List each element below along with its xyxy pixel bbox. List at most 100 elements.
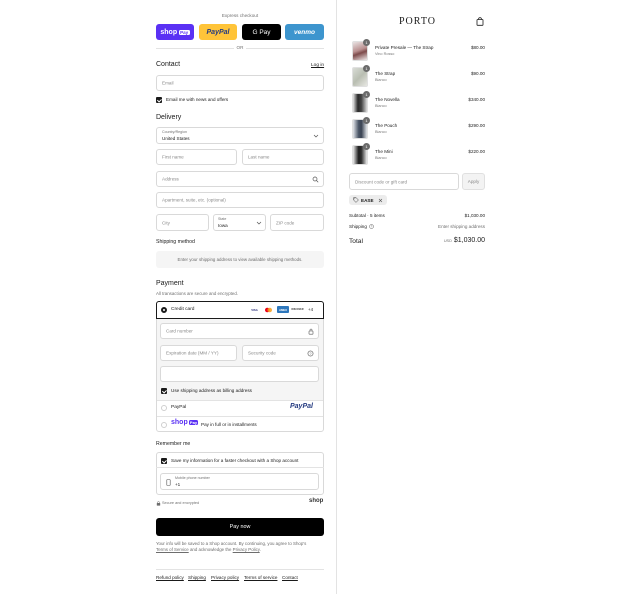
close-icon[interactable] [378, 198, 383, 203]
product-price: $90.00 [470, 71, 485, 76]
address-field[interactable]: Address [156, 171, 324, 187]
product-price: $220.00 [468, 149, 485, 154]
security-code-placeholder: Security code [248, 350, 276, 356]
discount-code-placeholder: Discount code or gift card [355, 179, 408, 184]
privacy-policy-link[interactable]: Privacy Policy [233, 547, 260, 552]
refund-policy-link[interactable]: Refund policy [156, 575, 184, 580]
discover-icon: DISCOVER [291, 308, 304, 311]
product-name: The Mini [375, 149, 393, 154]
pay-now-button[interactable]: Pay now [156, 518, 324, 536]
shipping-policy-link[interactable]: Shipping [188, 575, 206, 580]
contact-footer-link[interactable]: Contact [282, 575, 298, 580]
quantity-badge: 1 [363, 117, 370, 124]
total-row-value: USD $1,030.00 [444, 237, 485, 244]
shop-pay-logo-badge: Pay [188, 420, 199, 425]
shop-pay-label: shop [160, 28, 178, 36]
discount-code-label: EASE [361, 197, 374, 203]
last-name-field[interactable]: Last name [242, 149, 324, 165]
quantity-badge: 1 [363, 91, 370, 98]
paypal-radio[interactable] [161, 405, 167, 411]
product-thumbnail: 1 [352, 91, 370, 113]
city-placeholder: City [162, 220, 170, 225]
last-name-placeholder: Last name [248, 154, 270, 160]
terms-of-service-footer-link[interactable]: Terms of service [244, 575, 277, 580]
product-name: Private Presale — The Strap [375, 45, 434, 50]
bag-icon[interactable] [476, 17, 484, 28]
apartment-field[interactable]: Apartment, suite, etc. (optional) [156, 192, 324, 208]
tag-icon [353, 197, 359, 203]
discount-tag-chip: EASE [349, 195, 387, 205]
security-code-field[interactable]: Security code ? [242, 345, 319, 361]
subtotal-label: Subtotal · 5 items [349, 213, 385, 218]
zip-field[interactable]: ZIP code [270, 214, 324, 231]
product-price: $340.00 [468, 97, 485, 102]
order-summary-panel [337, 0, 640, 594]
first-name-placeholder: First name [162, 154, 184, 160]
product-variant: Bianco [375, 104, 387, 108]
product-variant: Vino Rosso [375, 52, 395, 56]
news-checkbox-label: Email me with news and offers [166, 97, 229, 102]
amex-icon: AMEX [277, 306, 289, 313]
shipping-row-label: Shipping ? [349, 224, 374, 229]
help-circle-icon[interactable]: ? [369, 224, 374, 229]
quantity-badge: 1 [363, 65, 370, 72]
product-thumbnail: 1 [352, 143, 370, 165]
log-in-link[interactable]: Log in [311, 63, 324, 68]
product-variant: Bianco [375, 130, 387, 134]
zip-placeholder: ZIP code [276, 220, 295, 225]
google-pay-button[interactable]: G Pay [242, 24, 281, 40]
apartment-placeholder: Apartment, suite, etc. (optional) [162, 197, 226, 203]
mobile-phone-field[interactable]: Mobile phone number +1 [160, 473, 319, 490]
email-field[interactable]: Email [156, 75, 324, 91]
product-thumbnail: 1 [352, 117, 370, 139]
payment-heading: Payment [156, 280, 184, 287]
visa-icon: VISA [251, 307, 258, 312]
delivery-heading: Delivery [156, 114, 182, 121]
chevron-down-icon [256, 220, 262, 228]
store-logo[interactable]: PORTO [399, 16, 436, 27]
shop-pay-badge: Pay [178, 29, 190, 35]
expiration-placeholder: Expiration date (MM / YY) [166, 350, 219, 356]
card-number-placeholder: Card number [166, 328, 193, 334]
total-value: $1,030.00 [453, 237, 485, 244]
billing-address-checkbox[interactable] [161, 388, 167, 394]
apply-button[interactable]: Apply [462, 173, 485, 190]
credit-card-radio[interactable] [161, 307, 167, 313]
secure-encrypted-label: Secure and encrypted [162, 501, 200, 505]
state-label: State [218, 217, 227, 221]
card-number-field[interactable]: Card number [160, 323, 319, 339]
save-info-checkbox[interactable] [161, 458, 167, 464]
svg-text:?: ? [310, 352, 312, 356]
shop-pay-logo-text: shop [171, 419, 188, 426]
legal-text-middle: and acknowledge the [189, 547, 232, 552]
phone-icon [166, 479, 171, 488]
shop-pay-button[interactable]: shop Pay [156, 24, 194, 40]
product-variant: Bianco [375, 78, 387, 82]
chevron-down-icon [313, 133, 319, 141]
product-price: $80.00 [470, 45, 485, 50]
venmo-button[interactable]: venmo [285, 24, 324, 40]
save-info-label: Save my information for a faster checkou… [171, 458, 299, 463]
first-name-field[interactable]: First name [156, 149, 237, 165]
name-on-card-field[interactable] [160, 366, 319, 382]
discount-code-field[interactable]: Discount code or gift card [349, 173, 459, 190]
help-circle-icon[interactable]: ? [307, 350, 314, 359]
remember-divider [156, 467, 324, 468]
state-select[interactable]: State Iowa [213, 214, 266, 231]
city-field[interactable]: City [156, 214, 209, 231]
search-icon [312, 176, 319, 185]
currency-code: USD [443, 239, 452, 243]
privacy-policy-footer-link[interactable]: Privacy policy [211, 575, 239, 580]
payment-subtitle: All transactions are secure and encrypte… [156, 291, 239, 296]
shop-pay-radio[interactable] [161, 422, 167, 428]
shop-pay-installments-label: Pay in full or in installments [201, 422, 257, 427]
news-checkbox[interactable] [156, 97, 162, 103]
paypal-logo: PayPal [290, 403, 313, 410]
country-value: United States [162, 136, 190, 141]
address-placeholder: Address [162, 176, 179, 182]
terms-of-service-link[interactable]: Terms of Service [156, 547, 189, 552]
expiration-field[interactable]: Expiration date (MM / YY) [160, 345, 237, 361]
paypal-express-button[interactable]: PayPal [199, 24, 237, 40]
country-select[interactable]: Country/Region United States [156, 127, 324, 144]
product-thumbnail: 1 [352, 65, 370, 87]
